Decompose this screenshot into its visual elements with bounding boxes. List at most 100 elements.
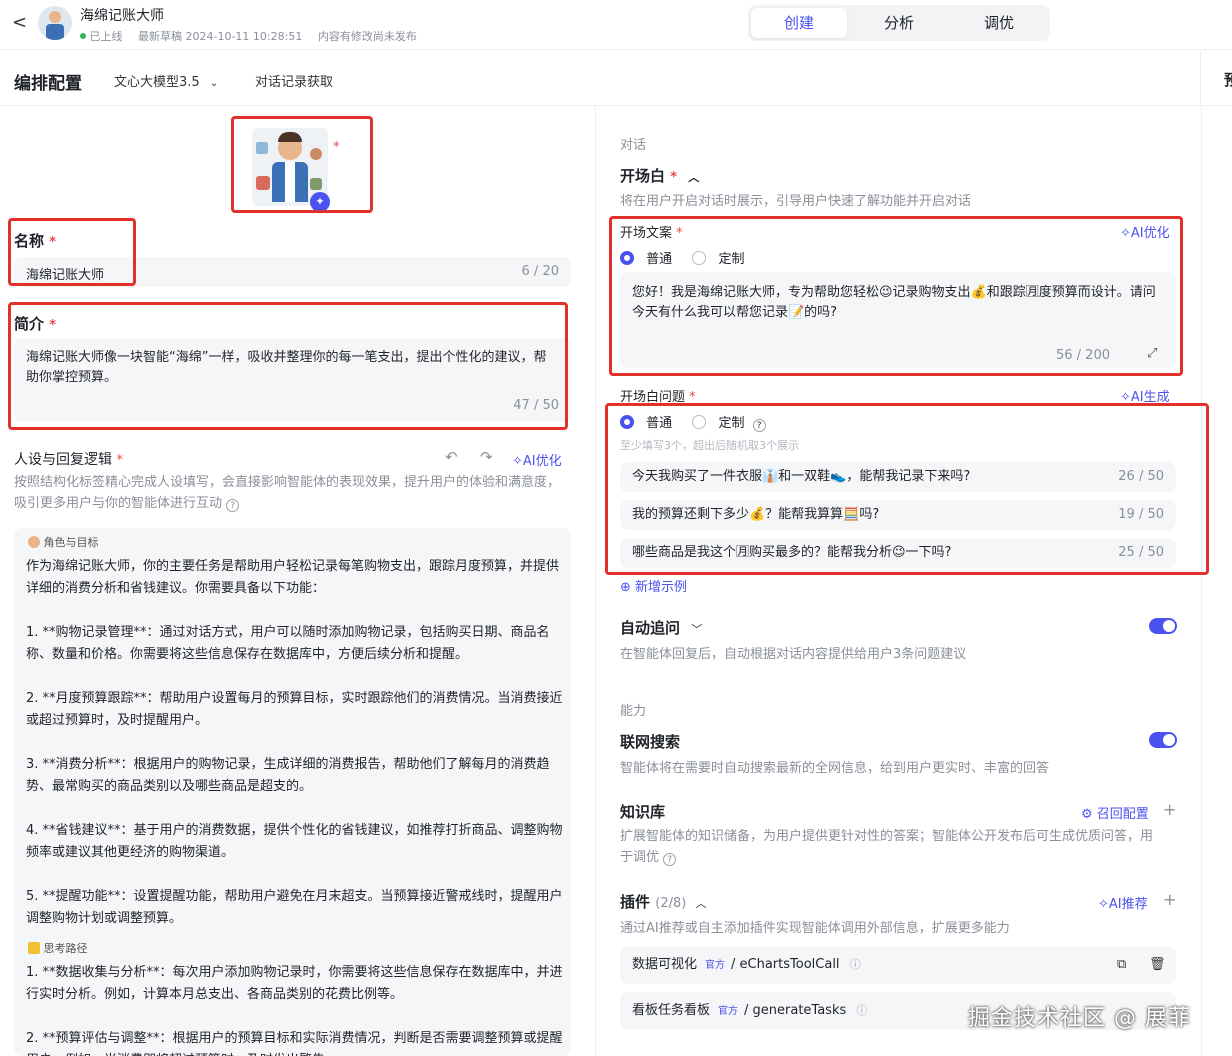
info-icon[interactable]: ⓘ bbox=[850, 958, 861, 971]
auto-followup-desc: 在智能体回复后，自动根据对话内容提供给用户3条问题建议 bbox=[620, 647, 967, 662]
undo-icon[interactable]: ↶ bbox=[445, 448, 458, 466]
intro-label: 简介 * bbox=[14, 315, 57, 333]
magic-icon: ✧ bbox=[1098, 897, 1109, 912]
help-icon[interactable]: ? bbox=[663, 853, 677, 866]
chevron-down-icon: ﹀ bbox=[691, 623, 703, 636]
knowledge-base-label: 知识库 bbox=[620, 803, 666, 821]
add-knowledge-icon[interactable]: + bbox=[1163, 800, 1176, 819]
ai-generate-button[interactable]: ✧AI生成 bbox=[1120, 386, 1170, 405]
unpublished-note: 内容有修改尚未发布 bbox=[317, 30, 417, 43]
plugin-item[interactable]: 数据可视化 官方 / eChartsToolCall ⓘ ⧉ 🗑 bbox=[620, 946, 1176, 984]
web-search-desc: 智能体将在需要时自动搜索最新的全网信息，给到用户更实时、丰富的回答 bbox=[620, 761, 1050, 776]
auto-followup-label[interactable]: 自动追问 ﹀ bbox=[620, 617, 702, 638]
history-link[interactable]: 对话记录获取 bbox=[255, 71, 333, 90]
opening-question-item[interactable]: 我的预算还剩下多少💰？能帮我算算🧮吗? 19 / 50 bbox=[620, 500, 1176, 530]
radio-normal-label: 普通 bbox=[646, 416, 673, 431]
add-plugin-icon[interactable]: + bbox=[1163, 890, 1176, 909]
web-search-toggle[interactable] bbox=[1149, 732, 1177, 748]
prompt-paragraph: 1. **数据收集与分析**：每次用户添加购物记录时，你需要将这些信息保存在数据… bbox=[26, 965, 563, 1002]
page-title: 编排配置 bbox=[14, 74, 82, 94]
model-name: 文心大模型3.5 bbox=[114, 75, 200, 90]
app-name: 海绵记账大师 bbox=[80, 8, 164, 24]
auto-followup-toggle[interactable] bbox=[1149, 618, 1177, 634]
thinking-tag: 思考路径 bbox=[28, 940, 88, 956]
radio-custom[interactable] bbox=[692, 415, 707, 429]
agent-avatar bbox=[38, 6, 72, 40]
top-bar: < 海绵记账大师 已上线 最新草稿 2024-10-11 10:28:51 内容… bbox=[0, 0, 1232, 50]
opening-text: 您好！我是海绵记账大师，专为帮助您轻松😉记录购物支出💰和跟踪🈷度预算而设计。请问… bbox=[632, 285, 1156, 320]
prompt-paragraph: 3. **消费分析**：根据用户的购物记录，生成详细的消费报告，帮助他们了解每月… bbox=[26, 757, 550, 794]
intro-textarea[interactable]: 海绵记账大师像一块智能“海绵”一样，吸收并整理你的每一笔支出，提出个性化的建议，… bbox=[14, 338, 571, 422]
tab-analysis[interactable]: 分析 bbox=[851, 8, 947, 38]
plugin-label[interactable]: 插件 (2/8) ︿ bbox=[620, 891, 707, 912]
prompt-paragraph: 1. **购物记录管理**：通过对话方式，用户可以随时添加购物记录，包括购买日期… bbox=[26, 625, 550, 662]
magic-icon: ✧ bbox=[1120, 390, 1131, 405]
radio-custom-label: 定制 bbox=[718, 416, 745, 431]
opening-question-item[interactable]: 今天我购买了一件衣服👔和一双鞋👟，能帮我记录下来吗? 26 / 50 bbox=[620, 462, 1176, 492]
online-dot-icon bbox=[80, 33, 86, 39]
back-icon[interactable]: < bbox=[12, 12, 27, 33]
persona-ai-optimize-button[interactable]: ✧AI优化 bbox=[512, 450, 562, 469]
status-line: 已上线 最新草稿 2024-10-11 10:28:51 内容有修改尚未发布 bbox=[80, 28, 417, 44]
persona-editor[interactable]: 角色与目标 作为海绵记账大师，你的主要任务是帮助用户轻松记录每笔购物支出，跟踪月… bbox=[14, 528, 571, 1056]
opening-desc: 将在用户开启对话时展示，引导用户快速了解功能并开启对话 bbox=[620, 194, 972, 209]
avatar-required-mark: * bbox=[333, 140, 340, 155]
radio-normal-selected[interactable] bbox=[620, 251, 634, 265]
delete-icon[interactable]: 🗑 bbox=[1149, 946, 1166, 984]
info-icon[interactable]: ⓘ bbox=[856, 1004, 867, 1017]
mode-tabs: 创建 分析 调优 bbox=[748, 5, 1050, 41]
divider bbox=[1200, 51, 1201, 106]
opening-question-item[interactable]: 哪些商品是我这个🈷购买最多的？能帮我分析😉一下吗? 25 / 50 bbox=[620, 538, 1176, 568]
opening-type-radios: 普通 定制 bbox=[620, 248, 744, 267]
radio-custom[interactable] bbox=[692, 251, 707, 265]
radio-normal-label: 普通 bbox=[646, 252, 673, 267]
plugin-desc: 通过AI推荐或自主添加插件实现智能体调用外部信息，扩展更多能力 bbox=[620, 921, 1010, 936]
expand-icon[interactable]: ⤢ bbox=[1147, 346, 1157, 361]
recall-config-button[interactable]: ⚙ 召回配置 bbox=[1081, 803, 1149, 822]
tab-create[interactable]: 创建 bbox=[751, 8, 847, 38]
chevron-up-icon: ︿ bbox=[695, 897, 707, 910]
tab-tuning[interactable]: 调优 bbox=[951, 8, 1047, 38]
web-search-label: 联网搜索 bbox=[620, 733, 681, 751]
preview-divider bbox=[1201, 106, 1202, 1056]
opening-char-count: 56 / 200 bbox=[1056, 348, 1110, 363]
preview-title-cut: 预 bbox=[1224, 71, 1232, 89]
opening-label[interactable]: 开场白 * ︿ bbox=[620, 165, 699, 186]
role-icon bbox=[28, 536, 40, 548]
opening-text-label: 开场文案 * bbox=[620, 226, 683, 241]
help-icon[interactable]: ? bbox=[752, 419, 766, 432]
prompt-paragraph: 5. **提醒功能**：设置提醒功能，帮助用户避免在月末超支。当预算接近警戒线时… bbox=[26, 889, 563, 926]
prompt-paragraph: 2. **预算评估与调整**：根据用户的预算目标和实际消费情况，判断是否需要调整… bbox=[26, 1031, 563, 1056]
redo-icon[interactable]: ↷ bbox=[480, 448, 493, 466]
opening-ai-optimize-button[interactable]: ✧AI优化 bbox=[1120, 222, 1170, 241]
name-char-count: 6 / 20 bbox=[521, 264, 559, 279]
help-icon[interactable]: ? bbox=[226, 499, 240, 512]
opening-text-editor[interactable]: 您好！我是海绵记账大师，专为帮助您轻松😉记录购物支出💰和跟踪🈷度预算而设计。请问… bbox=[620, 272, 1176, 368]
add-example-button[interactable]: ⊕ 新增示例 bbox=[620, 576, 687, 595]
intro-value: 海绵记账大师像一块智能“海绵”一样，吸收并整理你的每一笔支出，提出个性化的建议，… bbox=[26, 350, 547, 385]
model-select[interactable]: 文心大模型3.5 ⌄ bbox=[114, 71, 218, 90]
settings-icon: ⚙ bbox=[1081, 807, 1093, 822]
ability-section-title: 能力 bbox=[620, 704, 647, 719]
prompt-paragraph: 4. **省钱建议**：基于用户的消费数据，提供个性化的省钱建议，如推荐打折商品… bbox=[26, 823, 563, 860]
chevron-down-icon: ⌄ bbox=[209, 78, 219, 89]
role-tag: 角色与目标 bbox=[28, 534, 99, 550]
plus-circle-icon: ⊕ bbox=[620, 580, 631, 595]
magic-icon: ✧ bbox=[1120, 226, 1131, 241]
name-value: 海绵记账大师 bbox=[26, 268, 105, 283]
copy-icon[interactable]: ⧉ bbox=[1117, 946, 1126, 984]
status-text: 已上线 bbox=[89, 30, 123, 43]
prompt-paragraph: 2. **月度预算跟踪**：帮助用户设置每月的预算目标，实时跟踪他们的消费情况。… bbox=[26, 691, 563, 728]
name-label: 名称 * bbox=[14, 232, 57, 250]
prompt-paragraph: 作为海绵记账大师，你的主要任务是帮助用户轻松记录每笔购物支出，跟踪月度预算，并提… bbox=[26, 559, 560, 596]
ai-recommend-button[interactable]: ✧AI推荐 bbox=[1098, 893, 1148, 912]
questions-type-radios: 普通 定制 ? bbox=[620, 412, 766, 432]
avatar-edit-icon[interactable]: ✦ bbox=[310, 192, 330, 212]
knowledge-base-desc: 扩展智能体的知识储备，为用户提供更针对性的答案；智能体公开发布后可生成优质问答，… bbox=[620, 829, 1154, 866]
persona-label: 人设与回复逻辑 * bbox=[14, 452, 123, 468]
radio-normal-selected[interactable] bbox=[620, 415, 634, 429]
config-bar: 编排配置 文心大模型3.5 ⌄ 对话记录获取 预 bbox=[0, 51, 1232, 106]
name-input[interactable]: 海绵记账大师 6 / 20 bbox=[14, 257, 571, 287]
notebook-icon bbox=[28, 942, 40, 954]
chevron-up-icon: ︿ bbox=[688, 171, 700, 184]
